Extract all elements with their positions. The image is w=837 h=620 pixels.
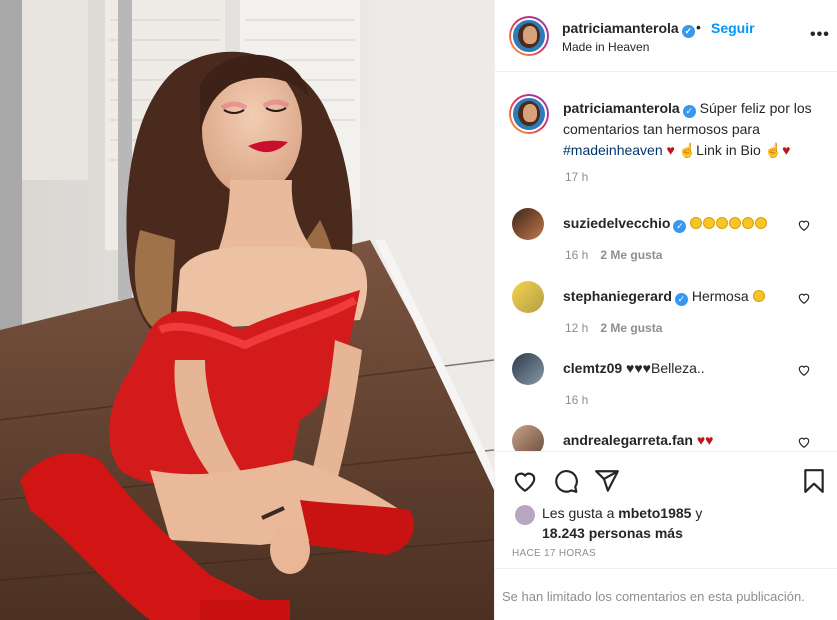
likes-summary[interactable]: Les gusta a mbeto1985 y 18.243 personas …	[542, 503, 822, 543]
verified-badge-icon: ✓	[681, 25, 695, 38]
smiley-emoji-icon	[690, 215, 768, 231]
caption: patriciamanterola ✓ Súper feliz por los c…	[563, 98, 813, 161]
commenter-username[interactable]: suziedelvecchio	[563, 215, 670, 231]
comment-meta: 12 h 2 Me gusta	[565, 321, 662, 335]
commenter-avatar[interactable]	[512, 353, 544, 385]
hashtag-link[interactable]: #madeinheaven	[563, 142, 663, 158]
comments-limited-notice: Se han limitado los comentarios en esta …	[495, 568, 837, 620]
comment-item: andrealegarreta.fan ♥♥	[495, 425, 837, 451]
caption-avatar[interactable]	[509, 94, 549, 134]
comment-text: stephaniegerard ✓ Hermosa	[563, 288, 766, 306]
black-heart-emoji-icon: ♥♥♥	[626, 360, 651, 376]
pointing-hand-icon: ☝	[764, 142, 783, 158]
comment-icon[interactable]	[553, 468, 579, 494]
comment-body: Belleza..	[650, 360, 705, 376]
comments-list[interactable]: patriciamanterola ✓ Súper feliz por los c…	[495, 73, 837, 451]
commenter-avatar[interactable]	[512, 425, 544, 451]
verified-badge-icon: ✓	[682, 105, 696, 118]
pointing-hand-icon: ☝	[678, 142, 697, 158]
heart-emoji-icon: ♥	[666, 142, 675, 158]
comment-like-heart-icon[interactable]	[797, 218, 811, 232]
commenter-username[interactable]: andrealegarreta.fan	[563, 432, 693, 448]
comment-meta: 16 h	[565, 393, 588, 407]
caption-username[interactable]: patriciamanterola	[563, 100, 680, 116]
comment-time[interactable]: 16 h	[565, 248, 588, 262]
comment-like-heart-icon[interactable]	[797, 435, 811, 449]
bookmark-icon[interactable]	[801, 468, 827, 494]
author-username[interactable]: patriciamanterola ✓	[562, 20, 695, 38]
comment-item: clemtz09 ♥♥♥Belleza.. 16 h	[495, 353, 837, 425]
smiley-emoji-icon	[752, 290, 765, 302]
verified-badge-icon: ✓	[673, 220, 687, 233]
post-actions: Les gusta a mbeto1985 y 18.243 personas …	[495, 451, 837, 620]
comment-time[interactable]: 16 h	[565, 393, 588, 407]
heart-emoji-icon: ♥♥	[696, 432, 714, 448]
comment-time[interactable]: 12 h	[565, 321, 588, 335]
liker-avatar[interactable]	[515, 505, 535, 525]
post-panel: patriciamanterola ✓ • Seguir Made in Heav…	[494, 0, 837, 620]
comment-body: Hermosa	[691, 288, 749, 304]
comment-like-heart-icon[interactable]	[797, 363, 811, 377]
post-timestamp[interactable]: HACE 17 HORAS	[512, 548, 596, 559]
comment-meta: 16 h 2 Me gusta	[565, 248, 662, 262]
comment-like-heart-icon[interactable]	[797, 291, 811, 305]
comment-text: suziedelvecchio ✓	[563, 215, 768, 233]
follow-button[interactable]: Seguir	[711, 20, 755, 36]
comment-likes[interactable]: 2 Me gusta	[600, 248, 662, 262]
comment-text: andrealegarreta.fan ♥♥	[563, 432, 713, 448]
commenter-avatar[interactable]	[512, 208, 544, 240]
post-photo[interactable]	[0, 0, 494, 620]
comment-text: clemtz09 ♥♥♥Belleza..	[563, 360, 705, 376]
commenter-username[interactable]: stephaniegerard	[563, 288, 672, 304]
caption-link-text: Link in Bio	[696, 142, 761, 158]
location-link[interactable]: Made in Heaven	[562, 40, 649, 54]
paper-plane-icon[interactable]	[594, 468, 620, 494]
heart-icon[interactable]	[512, 468, 538, 494]
comment-item: stephaniegerard ✓ Hermosa 12 h 2 Me gusta	[495, 281, 837, 353]
commenter-avatar[interactable]	[512, 281, 544, 313]
author-avatar[interactable]	[509, 16, 549, 56]
comment-item: suziedelvecchio ✓ 16 h 2 Me gusta	[495, 208, 837, 280]
post-image	[0, 0, 494, 620]
verified-badge-icon: ✓	[674, 293, 688, 306]
others-count[interactable]: 18.243 personas más	[542, 525, 683, 541]
caption-time[interactable]: 17 h	[565, 170, 588, 184]
commenter-username[interactable]: clemtz09	[563, 360, 622, 376]
limited-comments-text: Se han limitado los comentarios en esta …	[502, 589, 805, 604]
heart-emoji-icon: ♥	[782, 142, 791, 158]
more-options-button[interactable]: •••	[810, 26, 830, 44]
liker-username[interactable]: mbeto1985	[618, 505, 691, 521]
comment-likes[interactable]: 2 Me gusta	[600, 321, 662, 335]
post-header: patriciamanterola ✓ • Seguir Made in Heav…	[495, 0, 837, 72]
separator-dot: •	[696, 19, 701, 35]
